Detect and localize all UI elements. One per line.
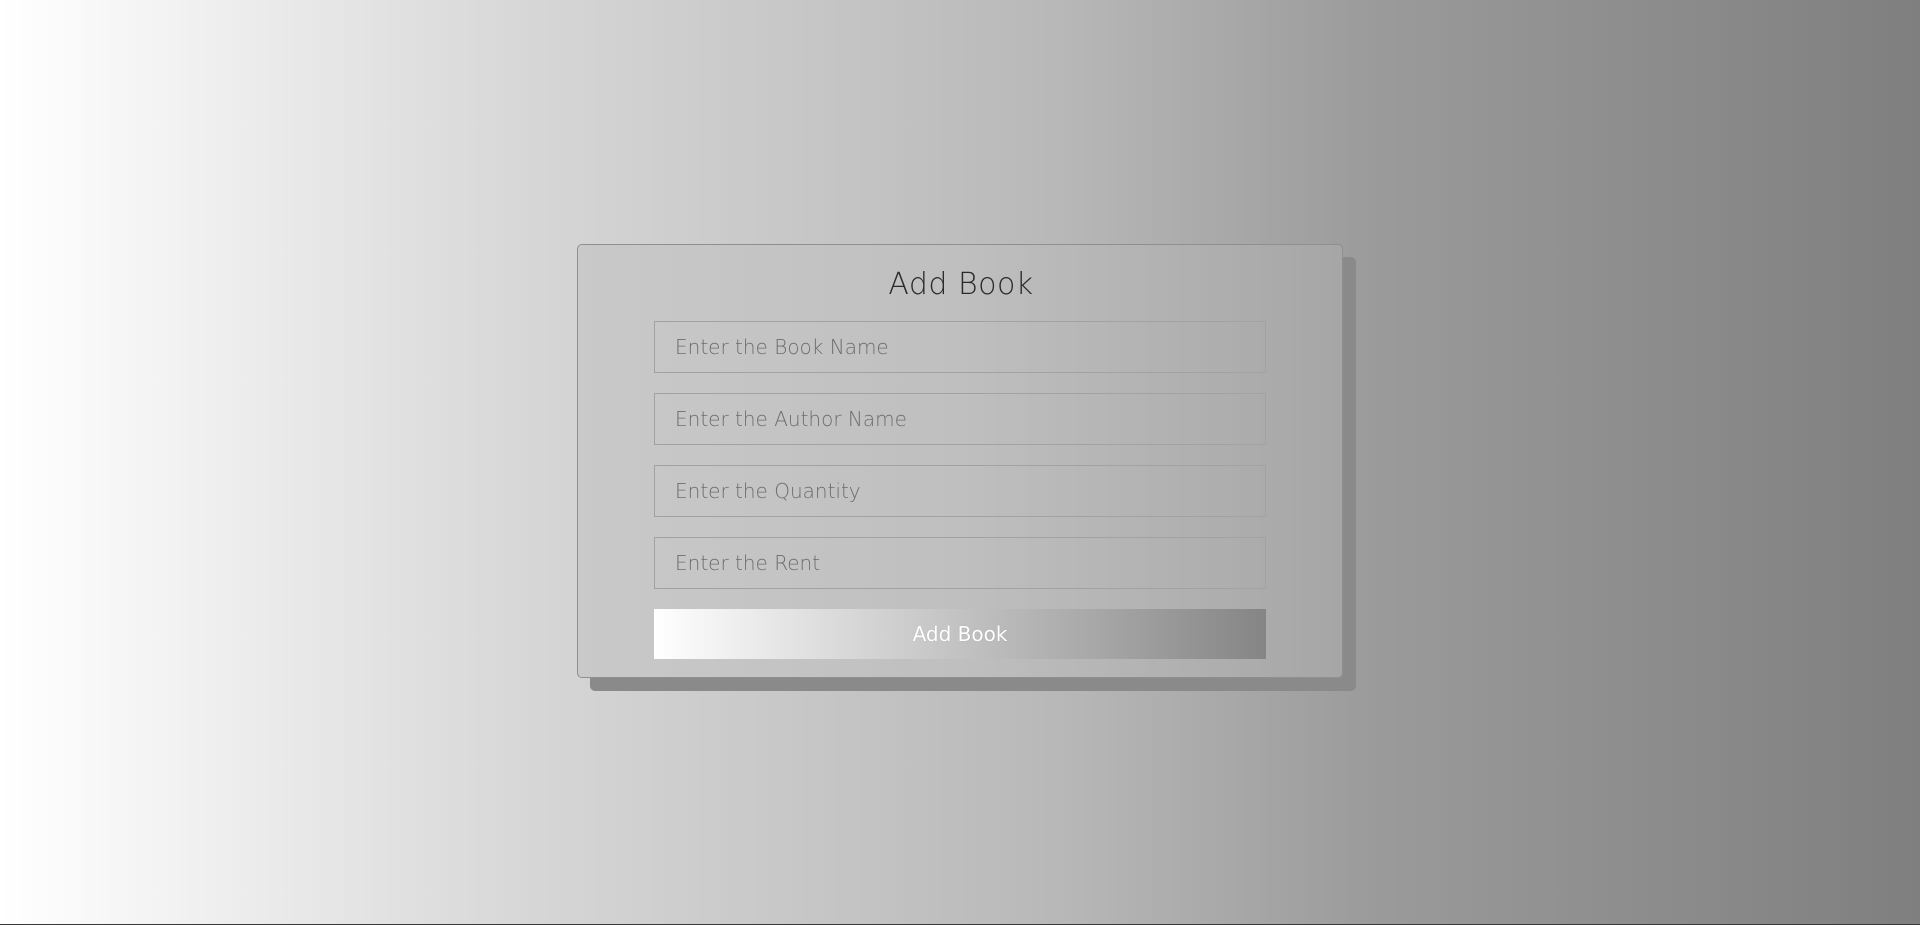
add-book-card: Add Book Add Book	[577, 244, 1343, 678]
rent-input[interactable]	[654, 537, 1266, 589]
form-title: Add Book	[888, 267, 1034, 302]
add-book-button[interactable]: Add Book	[654, 609, 1266, 659]
author-name-input[interactable]	[654, 393, 1266, 445]
quantity-input[interactable]	[654, 465, 1266, 517]
book-name-input[interactable]	[654, 321, 1266, 373]
